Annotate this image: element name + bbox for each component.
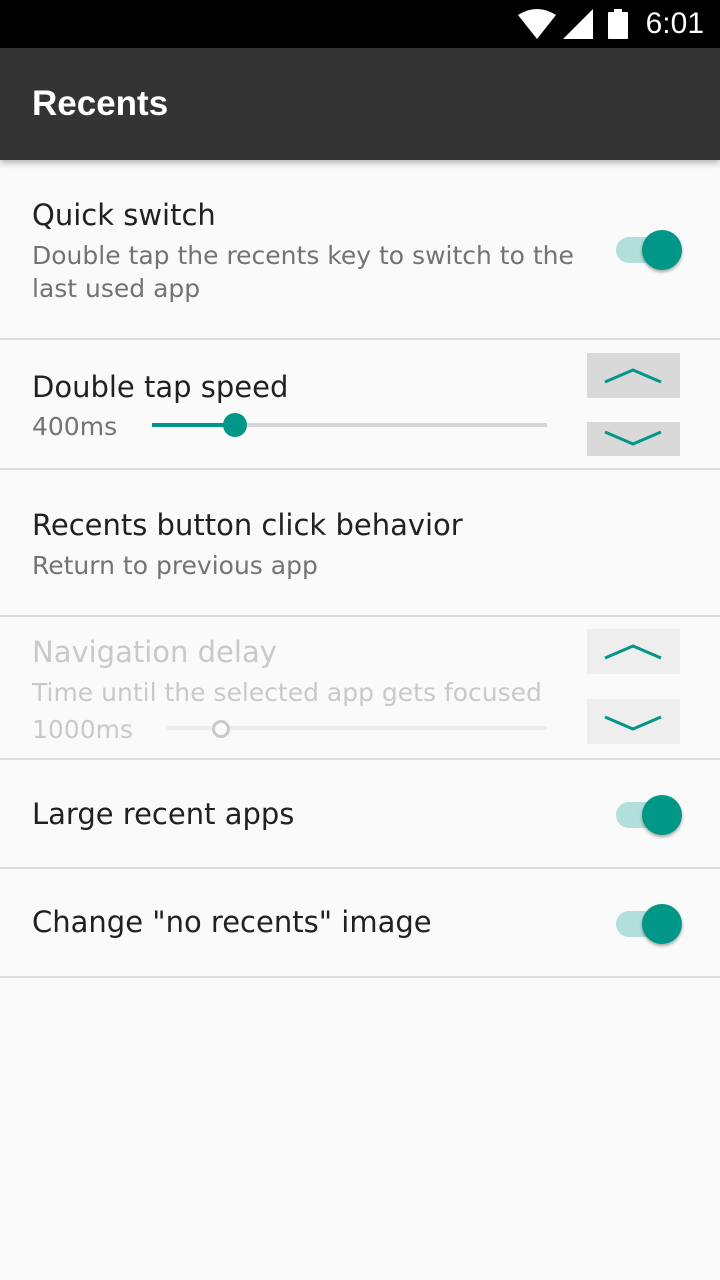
- toggle-thumb: [642, 230, 682, 270]
- pref-summary: Time until the selected app gets focused: [32, 678, 542, 707]
- increment-button[interactable]: [587, 353, 680, 398]
- page-title: Recents: [32, 84, 169, 123]
- pref-recents-button-behavior[interactable]: Recents button click behavior Return to …: [0, 470, 720, 617]
- app-toolbar: Recents: [0, 48, 720, 160]
- no-recents-image-toggle[interactable]: [616, 901, 682, 945]
- decrement-button[interactable]: [587, 422, 680, 456]
- pref-summary: Return to previous app: [32, 551, 318, 580]
- pref-title: Large recent apps: [32, 797, 295, 831]
- pref-summary: Double tap the recents key to switch to …: [32, 241, 574, 303]
- pref-large-recent-apps[interactable]: Large recent apps: [0, 760, 720, 869]
- chevron-down-icon: [604, 430, 662, 446]
- cell-signal-icon: [562, 9, 593, 39]
- pref-title: Change "no recents" image: [32, 905, 432, 939]
- slider-thumb[interactable]: [222, 413, 247, 437]
- toggle-thumb: [642, 904, 682, 944]
- pref-no-recents-image[interactable]: Change "no recents" image: [0, 869, 720, 978]
- pref-double-tap-speed[interactable]: Double tap speed 400ms: [0, 340, 720, 470]
- pref-value: 400ms: [32, 412, 118, 441]
- double-tap-speed-slider[interactable]: [152, 413, 547, 437]
- status-bar: 6:01: [0, 0, 720, 48]
- battery-icon: [607, 9, 628, 39]
- chevron-up-icon: [604, 368, 662, 384]
- status-icons: 6:01: [517, 0, 704, 48]
- pref-title: Navigation delay: [32, 635, 277, 669]
- increment-button: [587, 629, 680, 674]
- pref-navigation-delay: Navigation delay Time until the selected…: [0, 617, 720, 760]
- clock: 6:01: [645, 7, 704, 40]
- pref-quick-switch[interactable]: Quick switch Double tap the recents key …: [0, 160, 720, 340]
- wifi-icon: [517, 9, 556, 39]
- decrement-button: [587, 699, 680, 744]
- quick-switch-toggle[interactable]: [616, 227, 682, 271]
- navigation-delay-slider: [167, 720, 547, 738]
- chevron-up-icon: [604, 644, 662, 660]
- pref-title: Recents button click behavior: [32, 508, 463, 542]
- pref-title: Double tap speed: [32, 370, 289, 404]
- pref-title: Quick switch: [32, 198, 216, 232]
- large-recent-apps-toggle[interactable]: [616, 792, 682, 836]
- chevron-down-icon: [604, 715, 662, 731]
- toggle-thumb: [642, 795, 682, 835]
- pref-value: 1000ms: [32, 715, 134, 744]
- slider-thumb: [212, 720, 231, 738]
